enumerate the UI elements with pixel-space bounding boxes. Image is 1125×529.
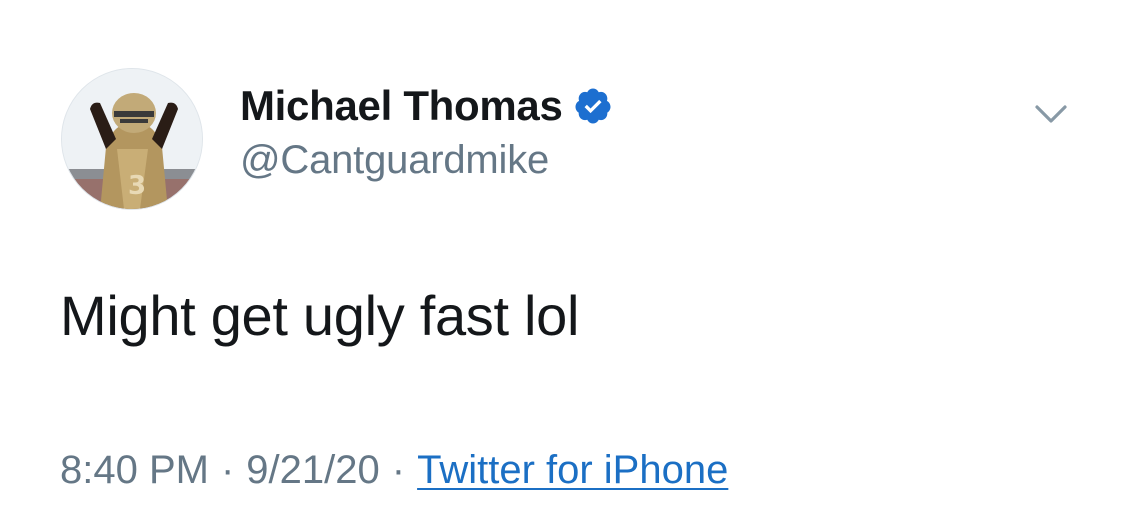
chevron-down-icon[interactable] <box>1029 92 1073 136</box>
user-handle[interactable]: @Cantguardmike <box>240 138 613 183</box>
tweet-header: 3 Michael Thomas @Cantguardmike <box>61 68 1085 210</box>
display-name[interactable]: Michael Thomas <box>240 82 563 130</box>
tweet-text: Might get ugly fast lol <box>60 284 580 347</box>
tweet-date: 9/21/20 <box>246 448 380 492</box>
tweet-meta: 8:40 PM · 9/21/20 · Twitter for iPhone <box>60 448 728 493</box>
meta-separator: · <box>391 448 406 492</box>
avatar-photo: 3 <box>62 69 202 209</box>
tweet-card: 3 Michael Thomas @Cantguardmike Might ge… <box>0 0 1125 529</box>
verified-badge-icon <box>573 86 613 126</box>
avatar[interactable]: 3 <box>61 68 203 210</box>
svg-text:3: 3 <box>128 171 146 201</box>
tweet-time: 8:40 PM <box>60 448 209 492</box>
display-name-row: Michael Thomas <box>240 82 613 130</box>
user-names: Michael Thomas @Cantguardmike <box>240 82 613 183</box>
meta-separator: · <box>220 448 235 492</box>
tweet-source-link[interactable]: Twitter for iPhone <box>417 448 728 492</box>
